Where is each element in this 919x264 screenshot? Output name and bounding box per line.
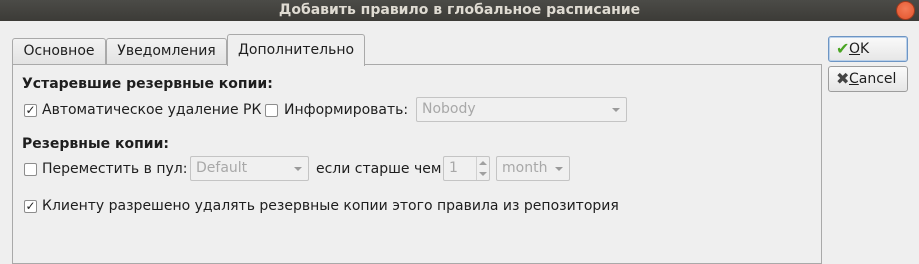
older-than-label: если старше чем	[316, 161, 442, 177]
cancel-label-rest: ancel	[858, 71, 897, 87]
ok-mnemonic: O	[849, 41, 861, 57]
cancel-mnemonic: C	[849, 71, 859, 87]
cancel-button[interactable]: ✖ Cancel	[828, 66, 908, 92]
move-to-pool-label[interactable]: Переместить в пул:	[42, 160, 187, 178]
chevron-down-icon[interactable]	[479, 172, 487, 176]
tab-advanced-label: Дополнительно	[237, 42, 355, 58]
window-title: Добавить правило в глобальное расписание	[278, 2, 641, 18]
notify-recipient-value: Nobody	[422, 101, 476, 117]
check-mark-icon: ✓	[25, 199, 36, 213]
auto-delete-checkbox[interactable]: ✓	[24, 104, 37, 117]
move-to-pool-checkbox[interactable]	[24, 163, 37, 176]
ok-label-rest: K	[860, 41, 870, 57]
chevron-down-icon	[294, 167, 302, 171]
outdated-backups-heading: Устаревшие резервные копии:	[22, 76, 273, 92]
pool-select[interactable]: Default	[190, 156, 309, 181]
window-titlebar[interactable]: Добавить правило в глобальное расписание	[0, 0, 919, 21]
chevron-down-icon	[612, 108, 620, 112]
tab-notifications-label: Уведомления	[117, 43, 216, 59]
chevron-up-icon[interactable]	[479, 161, 487, 165]
tab-main-label: Основное	[23, 43, 95, 59]
check-mark-icon: ✓	[25, 103, 36, 117]
tab-main[interactable]: Основное	[12, 38, 106, 65]
notify-recipient-select[interactable]: Nobody	[416, 97, 627, 122]
client-delete-checkbox[interactable]: ✓	[24, 200, 37, 213]
pool-value: Default	[196, 160, 248, 176]
tab-panel-advanced: Устаревшие резервные копии: ✓ Автоматиче…	[12, 64, 822, 264]
age-spin-buttons[interactable]	[476, 157, 489, 180]
tab-advanced[interactable]: Дополнительно	[227, 34, 365, 66]
notify-checkbox[interactable]	[265, 104, 278, 117]
chevron-down-icon	[555, 167, 563, 171]
age-value: 1	[449, 160, 458, 176]
age-unit-select[interactable]: month	[496, 156, 570, 181]
ok-button[interactable]: ✔ OK	[828, 36, 908, 62]
check-icon: ✔	[836, 39, 850, 58]
tab-notifications[interactable]: Уведомления	[106, 38, 227, 65]
backups-heading: Резервные копии:	[22, 136, 169, 152]
client-delete-label[interactable]: Клиенту разрешено удалять резервные копи…	[42, 197, 619, 215]
notify-label[interactable]: Информировать:	[284, 101, 408, 119]
age-spinbox[interactable]: 1	[443, 156, 490, 181]
cancel-icon: ✖	[836, 69, 850, 88]
age-unit-value: month	[502, 160, 548, 176]
auto-delete-label[interactable]: Автоматическое удаление РК	[42, 101, 261, 119]
close-window-button[interactable]	[896, 1, 915, 20]
